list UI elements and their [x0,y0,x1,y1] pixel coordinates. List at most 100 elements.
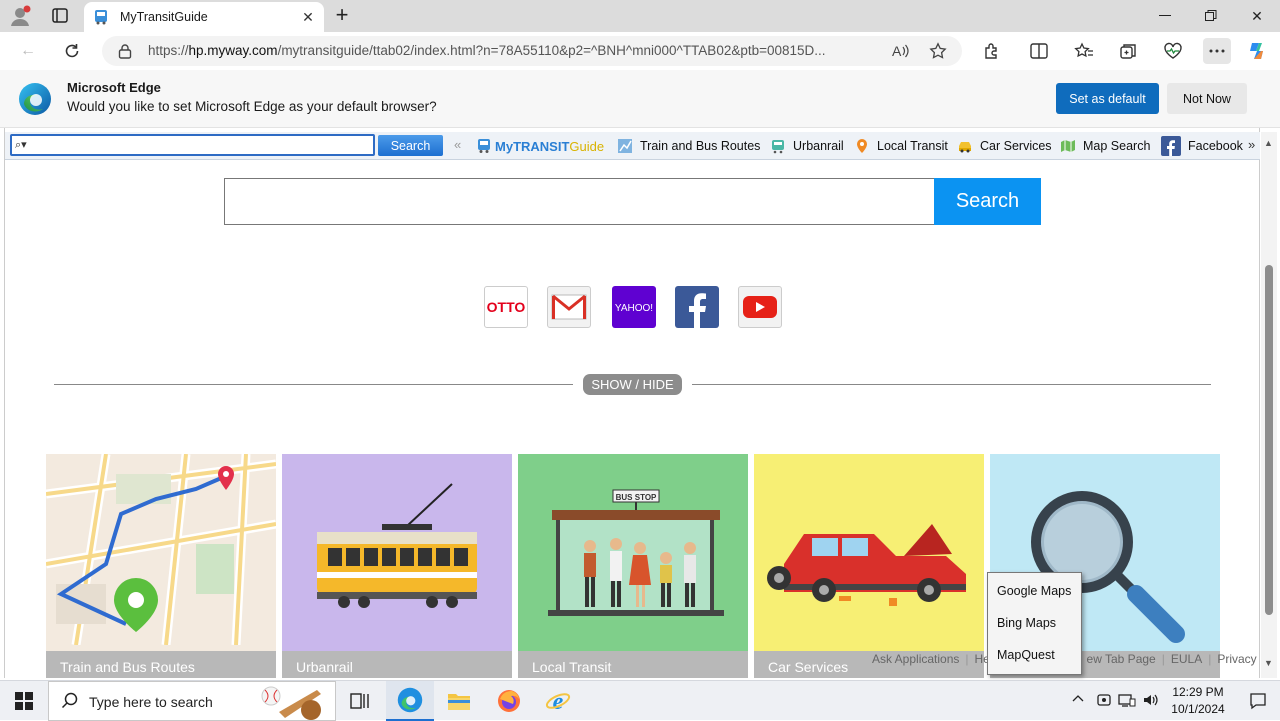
close-window-icon[interactable]: ✕ [1234,0,1280,32]
windows-logo-icon [15,692,33,710]
extensions-icon[interactable] [978,38,1004,64]
scroll-down-icon[interactable]: ▼ [1264,658,1273,668]
mytransitguide-toolbar: ⌕▾ Search « My TRANSIT Guide Train and Bus… [5,132,1260,160]
lock-icon[interactable] [118,43,132,59]
tile-caption: Local Transit [518,651,748,678]
menu-item-google-maps[interactable]: Google Maps [997,584,1071,598]
toolbar-prev-icon[interactable]: « [454,137,461,152]
show-hide-toggle[interactable]: SHOW / HIDE [583,374,682,395]
profile-icon[interactable] [8,4,32,28]
taskbar-search-box[interactable]: Type here to search [48,681,336,721]
scroll-thumb[interactable] [1265,265,1273,615]
footer-link-privacy[interactable]: Privacy [1217,652,1256,666]
tile-caption: Train and Bus Routes [46,651,276,678]
main-search-button[interactable]: Search [934,178,1041,225]
taskbar-clock[interactable]: 12:29 PM 10/1/2024 [1160,684,1236,718]
minimize-icon[interactable] [1142,0,1188,32]
svg-text:A: A [892,43,902,59]
menu-item-mapquest[interactable]: MapQuest [997,648,1055,662]
taskbar-file-explorer-icon[interactable] [435,681,483,721]
performance-heart-icon[interactable] [1160,38,1186,64]
start-button[interactable] [0,681,48,721]
favorite-star-icon[interactable] [925,38,951,64]
toolbar-search-input[interactable]: ⌕▾ [10,134,375,156]
route-map-icon [617,138,633,154]
read-aloud-icon[interactable]: A [888,38,914,64]
refresh-icon[interactable] [58,38,86,64]
tile-car-services[interactable]: Car Services [754,454,984,678]
yahoo-shortcut[interactable]: YAHOO! [612,286,656,328]
restore-icon[interactable] [1188,0,1234,32]
toolbar-search-button[interactable]: Search [378,135,443,156]
active-tab[interactable]: MyTransitGuide ✕ [84,2,324,32]
car-repair-illustration [754,454,984,645]
otto-logo-icon: OTTO [487,299,526,315]
clock-date: 10/1/2024 [1171,702,1225,716]
split-screen-icon[interactable] [1026,38,1052,64]
toolbar-link-car-services[interactable]: Car Services [957,137,1052,155]
scroll-up-icon[interactable]: ▲ [1264,138,1273,148]
footer-link-eula[interactable]: EULA [1171,652,1202,666]
task-view-icon[interactable] [336,681,384,721]
security-tray-icon[interactable] [1096,692,1112,711]
toolbar-link-local-transit[interactable]: Local Transit [854,137,948,155]
taskbar-edge-icon[interactable] [386,681,434,721]
otto-shortcut[interactable]: OTTO [484,286,528,328]
collections-icon[interactable] [1115,38,1141,64]
not-now-button[interactable]: Not Now [1167,83,1247,114]
yahoo-logo-icon: YAHOO! [615,303,653,314]
toolbar-link-urbanrail[interactable]: Urbanrail [770,137,844,155]
youtube-logo-icon [743,296,777,318]
footer-link-ask-applications[interactable]: Ask Applications [872,652,959,666]
main-search-input[interactable] [224,178,935,225]
windows-taskbar: Type here to search e 12:29 PM 10/1/2024 [0,680,1280,721]
tab-title: MyTransitGuide [120,10,208,24]
baseball-search-highlight-icon [261,686,321,720]
footer-link-new-tab-page[interactable]: ew Tab Page [1087,652,1156,666]
tile-local-transit[interactable]: BUS STOP Local Transit [518,454,748,678]
infobar-heading: Microsoft Edge [67,80,161,95]
toolbar-link-map-search[interactable]: Map Search [1060,137,1150,155]
close-tab-icon[interactable]: ✕ [300,9,316,25]
map-provider-menu: Google Maps Bing Maps MapQuest [987,572,1082,675]
search-dropdown-icon[interactable]: ⌕▾ [15,138,27,152]
address-bar[interactable]: https://hp.myway.com/mytransitguide/ttab… [102,36,962,66]
route-map-illustration [46,454,276,645]
toolbar-link-facebook[interactable]: Facebook [1161,136,1243,156]
page-scrollbar[interactable]: ▲ ▼ [1261,132,1277,678]
toolbar-more-icon[interactable]: » [1248,137,1255,152]
favorites-icon[interactable] [1071,38,1097,64]
mytransitguide-logo[interactable]: My TRANSIT Guide [476,136,604,156]
network-icon[interactable] [1118,692,1136,711]
gmail-shortcut[interactable] [547,286,591,328]
set-as-default-button[interactable]: Set as default [1056,83,1159,114]
svg-text:e: e [553,689,564,714]
volume-icon[interactable] [1142,692,1160,711]
divider-right [692,384,1211,385]
tab-strip: MyTransitGuide ✕ + ✕ [0,0,1280,32]
tile-urbanrail[interactable]: Urbanrail [282,454,512,678]
toolbar-link-train-bus-routes[interactable]: Train and Bus Routes [617,137,760,155]
search-icon [61,692,79,713]
tram-illustration [282,454,512,645]
tray-overflow-icon[interactable] [1072,693,1084,708]
tile-train-bus-routes[interactable]: Train and Bus Routes [46,454,276,678]
taskbar-internet-explorer-icon[interactable]: e [534,681,582,721]
notifications-icon[interactable] [1236,681,1280,721]
svg-text:BUS STOP: BUS STOP [616,493,657,502]
settings-more-icon[interactable] [1203,38,1231,64]
bus-logo-icon [478,139,490,153]
back-icon[interactable]: ← [14,38,42,64]
tile-caption: Urbanrail [282,651,512,678]
tab-actions-icon[interactable] [46,6,74,26]
taskbar-firefox-icon[interactable] [485,681,533,721]
new-tab-button[interactable]: + [330,4,354,28]
taxi-icon [957,138,973,154]
copilot-icon[interactable] [1244,38,1270,64]
facebook-shortcut[interactable] [675,286,719,328]
youtube-shortcut[interactable] [738,286,782,328]
svg-text:OTTO: OTTO [487,299,526,315]
navigation-bar: ← https://hp.myway.com/mytransitguide/tt… [0,32,1280,70]
menu-item-bing-maps[interactable]: Bing Maps [997,616,1056,630]
taskbar-search-placeholder: Type here to search [89,694,213,710]
